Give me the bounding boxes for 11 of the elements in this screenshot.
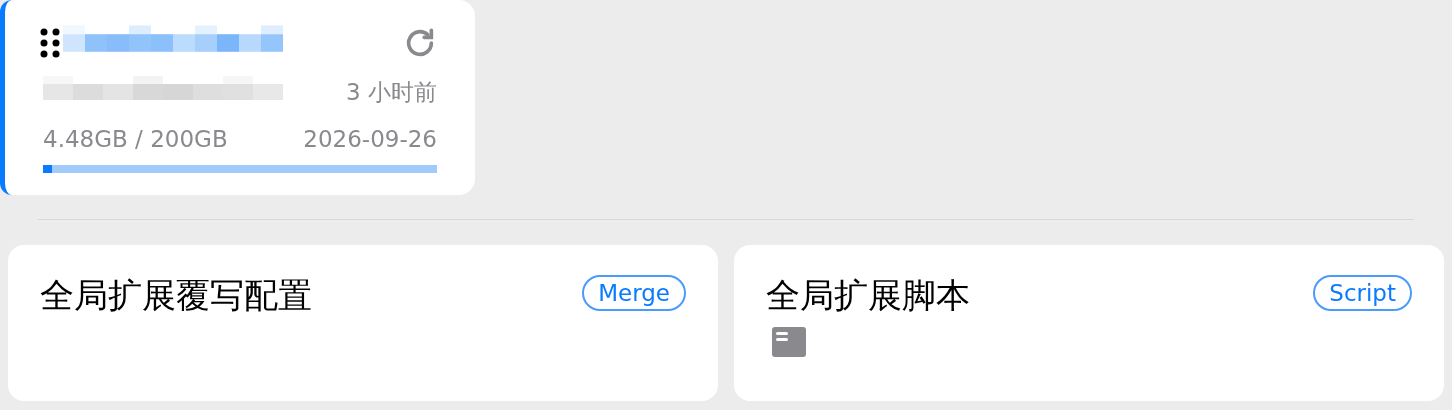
type-tag: Merge — [582, 275, 686, 311]
window-icon[interactable] — [772, 327, 806, 357]
expiry-date: 2026-09-26 — [303, 125, 437, 154]
extension-card[interactable]: 全局扩展覆写配置 Merge — [8, 245, 718, 401]
card-title: 全局扩展脚本 — [766, 274, 970, 317]
type-tag: Script — [1313, 275, 1412, 311]
extension-card[interactable]: 全局扩展脚本 Script — [734, 245, 1444, 401]
drag-handle-icon[interactable] — [39, 27, 61, 59]
card-title: 全局扩展覆写配置 — [40, 274, 312, 317]
updated-time: 3 小时前 — [346, 77, 437, 107]
usage-text: 4.48GB / 200GB — [43, 125, 228, 154]
